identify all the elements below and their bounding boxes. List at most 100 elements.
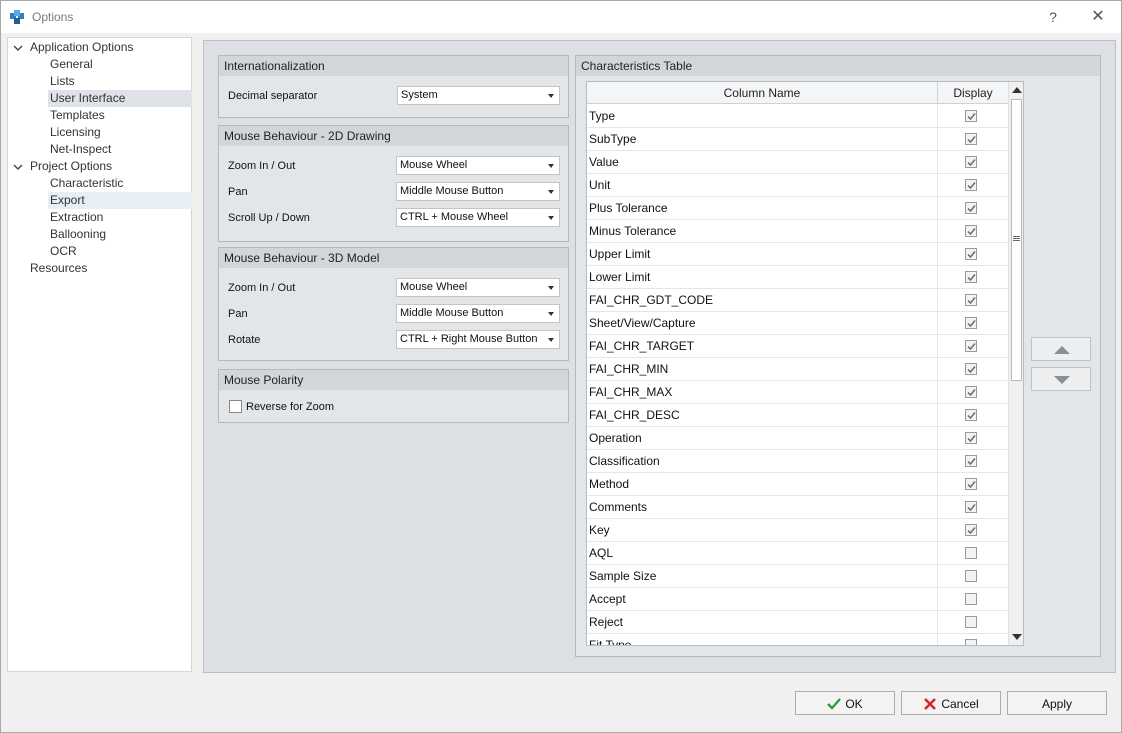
scroll-down-arrow-icon[interactable] (1012, 634, 1022, 640)
column-name-cell: Method (589, 477, 630, 491)
close-button[interactable]: ✕ (1088, 7, 1108, 27)
table-row[interactable]: Type (587, 105, 1008, 128)
column-name-cell: Sheet/View/Capture (589, 316, 696, 330)
help-button[interactable]: ? (1043, 7, 1063, 27)
display-checkbox[interactable] (965, 317, 977, 329)
display-checkbox[interactable] (965, 547, 977, 559)
chevron-down-icon[interactable] (12, 161, 24, 173)
reverse-zoom-checkbox[interactable] (229, 400, 242, 413)
display-checkbox[interactable] (965, 179, 977, 191)
apply-button[interactable]: Apply (1007, 691, 1107, 715)
tree-item-templates[interactable]: Templates (50, 107, 105, 124)
table-row[interactable]: Sheet/View/Capture (587, 312, 1008, 335)
display-checkbox[interactable] (965, 432, 977, 444)
move-down-button[interactable] (1031, 367, 1091, 391)
table-row[interactable]: Accept (587, 588, 1008, 611)
display-checkbox[interactable] (965, 271, 977, 283)
ok-label: OK (845, 696, 863, 711)
column-header-name[interactable]: Column Name (587, 82, 937, 104)
table-row[interactable]: Upper Limit (587, 243, 1008, 266)
chevron-down-icon[interactable] (12, 42, 24, 54)
column-divider (937, 565, 938, 588)
table-row[interactable]: Reject (587, 611, 1008, 634)
table-row[interactable]: FAI_CHR_DESC (587, 404, 1008, 427)
scroll-2d-select[interactable]: CTRL + Mouse Wheel (396, 208, 560, 227)
display-checkbox[interactable] (965, 570, 977, 582)
display-checkbox[interactable] (965, 156, 977, 168)
tree-item-ocr[interactable]: OCR (50, 243, 77, 260)
display-checkbox[interactable] (965, 409, 977, 421)
select-value: Mouse Wheel (400, 281, 468, 293)
tree-item-characteristic[interactable]: Characteristic (50, 175, 123, 192)
table-row[interactable]: FAI_CHR_MIN (587, 358, 1008, 381)
pan-3d-select[interactable]: Middle Mouse Button (396, 304, 560, 323)
check-icon (967, 274, 976, 282)
display-checkbox[interactable] (965, 616, 977, 628)
display-checkbox[interactable] (965, 639, 977, 645)
table-row[interactable]: Unit (587, 174, 1008, 197)
tree-item-user-interface[interactable]: User Interface (48, 90, 192, 107)
table-row[interactable]: Value (587, 151, 1008, 174)
tree-item-lists[interactable]: Lists (50, 73, 75, 90)
column-name-cell: Lower Limit (589, 270, 651, 284)
pan-2d-select[interactable]: Middle Mouse Button (396, 182, 560, 201)
column-name-cell: Unit (589, 178, 611, 192)
display-checkbox[interactable] (965, 294, 977, 306)
display-checkbox[interactable] (965, 363, 977, 375)
table-row[interactable]: Sample Size (587, 565, 1008, 588)
zoom-2d-select[interactable]: Mouse Wheel (396, 156, 560, 175)
display-checkbox[interactable] (965, 110, 977, 122)
display-checkbox[interactable] (965, 248, 977, 260)
table-row[interactable]: Minus Tolerance (587, 220, 1008, 243)
table-row[interactable]: SubType (587, 128, 1008, 151)
column-divider (937, 611, 938, 634)
tree-item-ballooning[interactable]: Ballooning (50, 226, 106, 243)
check-icon (967, 320, 976, 328)
display-checkbox[interactable] (965, 501, 977, 513)
cancel-button[interactable]: Cancel (901, 691, 1001, 715)
display-checkbox[interactable] (965, 455, 977, 467)
rotate-3d-select[interactable]: CTRL + Right Mouse Button (396, 330, 560, 349)
table-row[interactable]: Operation (587, 427, 1008, 450)
display-checkbox[interactable] (965, 593, 977, 605)
tree-item-export[interactable]: Export (48, 192, 192, 209)
grip-line (1013, 238, 1020, 239)
display-checkbox[interactable] (965, 202, 977, 214)
display-checkbox[interactable] (965, 478, 977, 490)
table-row[interactable]: Comments (587, 496, 1008, 519)
check-icon (967, 504, 976, 512)
table-row[interactable]: Plus Tolerance (587, 197, 1008, 220)
display-checkbox[interactable] (965, 225, 977, 237)
zoom-3d-select[interactable]: Mouse Wheel (396, 278, 560, 297)
table-row[interactable]: AQL (587, 542, 1008, 565)
tree-item-project-options[interactable]: Project Options (30, 158, 112, 175)
tree-item-extraction[interactable]: Extraction (50, 209, 103, 226)
scrollbar-thumb[interactable] (1011, 99, 1022, 381)
column-header-display[interactable]: Display (938, 82, 1008, 104)
table-row[interactable]: Method (587, 473, 1008, 496)
select-value: CTRL + Right Mouse Button (400, 333, 538, 345)
ok-button[interactable]: OK (795, 691, 895, 715)
tree-item-general[interactable]: General (50, 56, 93, 73)
table-row[interactable]: Lower Limit (587, 266, 1008, 289)
table-scrollbar[interactable] (1008, 82, 1023, 645)
decimal-separator-select[interactable]: System (397, 86, 560, 105)
table-row[interactable]: Key (587, 519, 1008, 542)
table-row[interactable]: Fit Type (587, 634, 1008, 645)
table-row[interactable]: FAI_CHR_MAX (587, 381, 1008, 404)
display-checkbox[interactable] (965, 133, 977, 145)
tree-item-application-options[interactable]: Application Options (30, 39, 133, 56)
tree-item-net-inspect[interactable]: Net-Inspect (50, 141, 111, 158)
display-checkbox[interactable] (965, 524, 977, 536)
table-row[interactable]: Classification (587, 450, 1008, 473)
display-checkbox[interactable] (965, 386, 977, 398)
table-row[interactable]: FAI_CHR_GDT_CODE (587, 289, 1008, 312)
tree-item-resources[interactable]: Resources (30, 260, 87, 277)
table-row[interactable]: FAI_CHR_TARGET (587, 335, 1008, 358)
mouse-2d-group: Mouse Behaviour - 2D Drawing Zoom In / O… (218, 125, 569, 242)
scroll-up-arrow-icon[interactable] (1012, 87, 1022, 93)
tree-item-licensing[interactable]: Licensing (50, 124, 101, 141)
move-up-button[interactable] (1031, 337, 1091, 361)
display-checkbox[interactable] (965, 340, 977, 352)
column-name-cell: Operation (589, 431, 642, 445)
